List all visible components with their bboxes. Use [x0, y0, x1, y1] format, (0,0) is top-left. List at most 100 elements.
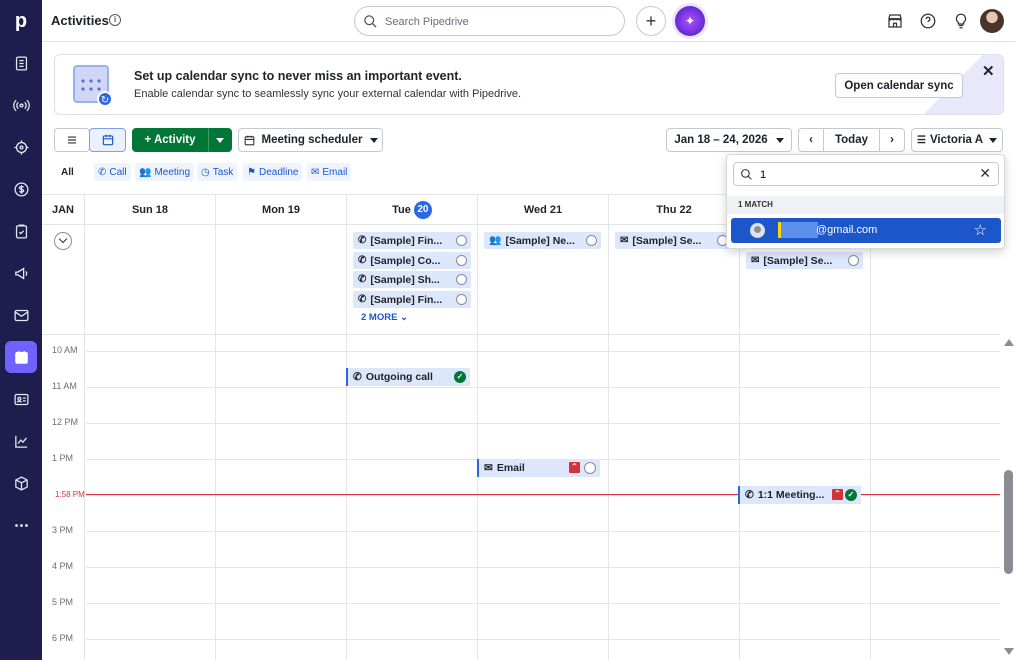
more-icon[interactable]: [5, 509, 37, 541]
projects-icon[interactable]: [5, 131, 37, 163]
info-icon[interactable]: i: [109, 14, 121, 26]
ai-assistant-button[interactable]: ✦: [675, 6, 705, 36]
time-grid: 10 AM 11 AM 12 PM 1 PM 3 PM 4 PM 5 PM 6 …: [42, 335, 1000, 660]
add-activity-button[interactable]: + Activity: [132, 128, 208, 152]
complete-toggle[interactable]: [456, 235, 467, 246]
calendar-scrollbar[interactable]: [1001, 334, 1016, 660]
complete-toggle[interactable]: [456, 255, 467, 266]
list-icon: [67, 136, 77, 144]
quick-add-button[interactable]: +: [636, 6, 666, 36]
allday-event[interactable]: ✆ [Sample] Co...: [353, 252, 471, 269]
date-range-label: Jan 18 – 24, 2026: [674, 134, 768, 146]
calendar-icon[interactable]: [5, 341, 37, 373]
day-header-tue[interactable]: Tue 20: [346, 195, 477, 225]
scroll-down-icon[interactable]: [1004, 648, 1014, 655]
search-icon: [741, 169, 752, 180]
allday-event[interactable]: ✉ [Sample] Se...: [615, 232, 732, 249]
complete-toggle[interactable]: [584, 462, 596, 474]
date-range-picker[interactable]: Jan 18 – 24, 2026: [666, 128, 792, 152]
left-sidebar: p: [0, 0, 42, 660]
user-search-field[interactable]: ✕: [733, 162, 999, 186]
complete-toggle[interactable]: [586, 235, 597, 246]
banner-title: Set up calendar sync to never miss an im…: [134, 69, 462, 83]
allday-event[interactable]: ✆ [Sample] Sh...: [353, 271, 471, 288]
current-time-label: 1:58 PM: [55, 490, 85, 499]
inbox-icon: ✉: [311, 166, 320, 178]
help-icon[interactable]: [919, 12, 937, 30]
leads-icon[interactable]: [5, 89, 37, 121]
flag-icon: ⚑: [247, 166, 256, 178]
tasks-icon[interactable]: [5, 215, 37, 247]
chevron-down-icon[interactable]: [54, 232, 72, 250]
allday-event[interactable]: 👥 [Sample] Ne...: [484, 232, 601, 249]
meeting-scheduler-label: Meeting scheduler: [261, 134, 363, 146]
week-calendar: JAN Sun 18 Mon 19 Tue 20 Wed 21 Thu 22 ✆[…: [42, 194, 1000, 660]
allday-event[interactable]: ✆ [Sample] Fin...: [353, 232, 471, 249]
complete-toggle[interactable]: [848, 255, 859, 266]
campaigns-icon[interactable]: [5, 257, 37, 289]
complete-toggle[interactable]: [456, 294, 467, 305]
search-input[interactable]: [385, 13, 615, 30]
products-icon[interactable]: [5, 467, 37, 499]
scroll-thumb[interactable]: [1004, 470, 1013, 574]
user-filter-button[interactable]: ☰ Victoria A: [911, 128, 1003, 152]
phone-icon: ✆: [358, 255, 367, 266]
global-search[interactable]: [354, 6, 625, 36]
day-header-wed[interactable]: Wed 21: [477, 195, 608, 225]
filter-email[interactable]: ✉ Email: [307, 163, 352, 181]
calendar-icon: [102, 134, 113, 146]
done-check-icon[interactable]: ✓: [454, 371, 466, 383]
complete-toggle[interactable]: [456, 274, 467, 285]
filter-task[interactable]: ◷ Task: [197, 163, 238, 181]
close-icon[interactable]: ✕: [982, 62, 995, 80]
phone-icon: ✆: [98, 166, 107, 178]
add-activity-dropdown[interactable]: [208, 128, 232, 152]
more-events-link[interactable]: 2 MORE ⌄: [361, 312, 408, 323]
calendar-event[interactable]: ✆ 1:1 Meeting... ⌃ ✓: [738, 486, 861, 504]
chevron-down-icon: [370, 137, 379, 143]
day-header-thu[interactable]: Thu 22: [608, 195, 739, 225]
clock-icon: ◷: [201, 166, 210, 178]
open-calendar-sync-button[interactable]: Open calendar sync: [835, 73, 963, 98]
mail-icon[interactable]: [5, 299, 37, 331]
day-header-sun[interactable]: Sun 18: [84, 195, 215, 225]
lightbulb-icon[interactable]: [952, 12, 970, 30]
marketplace-icon[interactable]: [886, 12, 904, 30]
star-icon[interactable]: ☆: [974, 221, 987, 239]
contacts-icon[interactable]: [5, 383, 37, 415]
clear-icon[interactable]: ✕: [979, 165, 991, 182]
hour-label: 5 PM: [52, 597, 74, 607]
calendar-view-button[interactable]: [89, 128, 126, 152]
inbox-icon: ✉: [484, 462, 493, 474]
phone-icon: ✆: [358, 274, 367, 285]
plus-icon: +: [645, 10, 657, 31]
next-week-button[interactable]: ›: [879, 128, 905, 152]
user-avatar[interactable]: [980, 9, 1004, 33]
user-result-item[interactable]: @gmail.com ☆: [731, 218, 1001, 243]
filter-call-label: Call: [109, 166, 127, 178]
priority-icon: ⌃: [569, 462, 580, 473]
filter-meeting[interactable]: 👥 Meeting: [135, 163, 195, 181]
meeting-scheduler-button[interactable]: Meeting scheduler: [238, 128, 383, 152]
filter-call[interactable]: ✆ Call: [94, 163, 131, 181]
user-filter-label: Victoria A: [929, 134, 984, 146]
today-button[interactable]: Today: [823, 128, 880, 152]
done-check-icon[interactable]: ✓: [845, 489, 857, 501]
filter-icon: ☰: [916, 134, 926, 146]
filter-deadline[interactable]: ⚑ Deadline: [243, 163, 303, 181]
calendar-event[interactable]: ✉ Email ⌃: [477, 459, 600, 477]
list-view-button[interactable]: [54, 128, 90, 152]
day-header-mon[interactable]: Mon 19: [215, 195, 346, 225]
money-icon[interactable]: [5, 173, 37, 205]
deals-icon[interactable]: [5, 47, 37, 79]
hour-label: 11 AM: [52, 381, 77, 391]
pipedrive-logo[interactable]: p: [0, 0, 42, 42]
filter-all[interactable]: All: [57, 163, 78, 181]
allday-event[interactable]: ✆ [Sample] Fin...: [353, 291, 471, 308]
insights-icon[interactable]: [5, 425, 37, 457]
calendar-event[interactable]: ✆ Outgoing call ✓: [346, 368, 470, 386]
previous-week-button[interactable]: ‹: [798, 128, 824, 152]
scroll-up-icon[interactable]: [1004, 339, 1014, 346]
user-search-input[interactable]: [760, 167, 960, 182]
allday-event[interactable]: ✉ [Sample] Se...: [746, 252, 863, 269]
